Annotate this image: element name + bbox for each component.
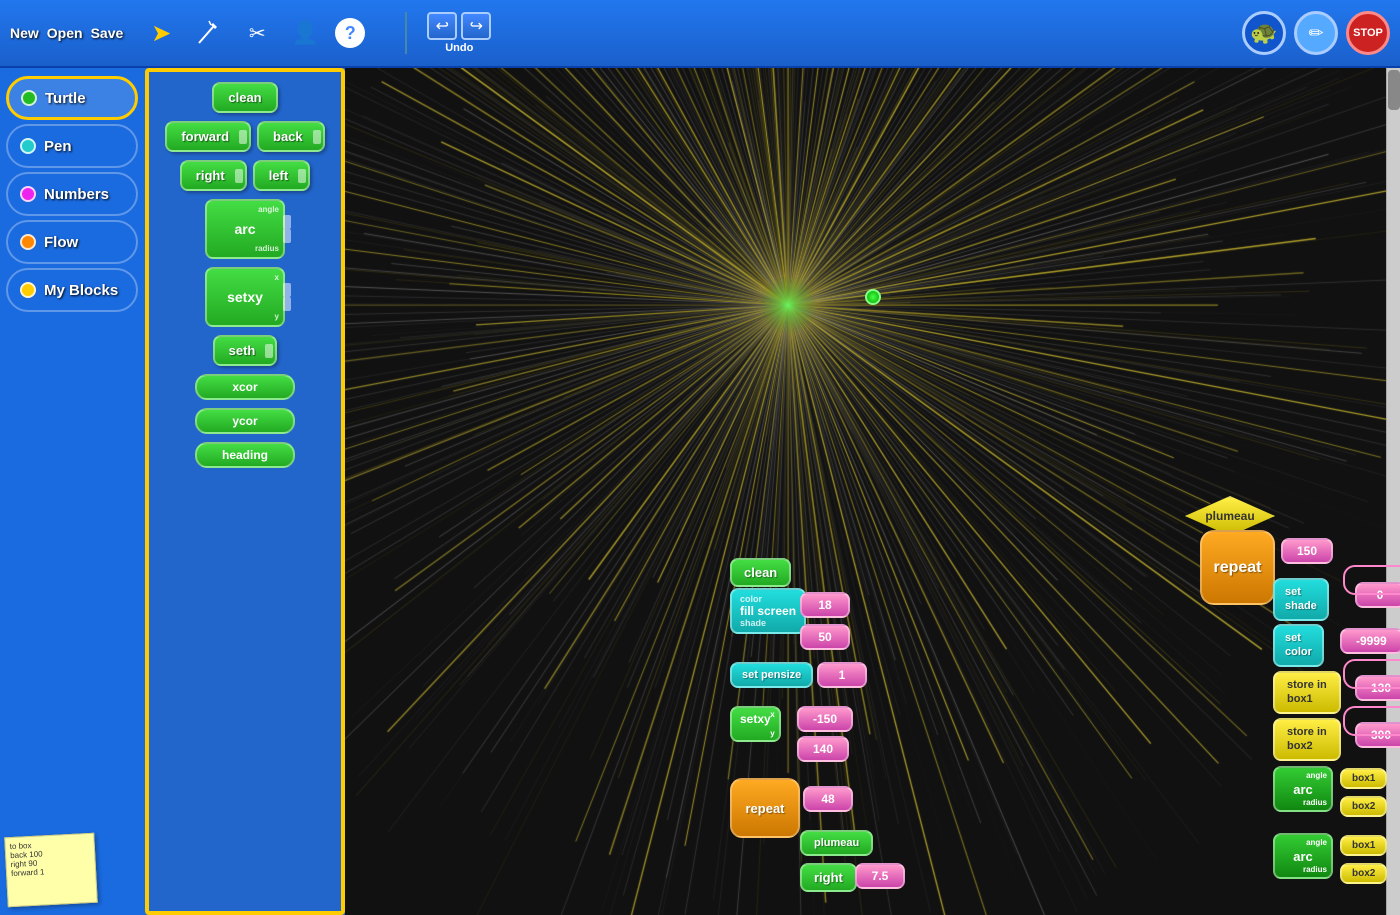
eraser-icon[interactable]: ✏	[1294, 11, 1338, 55]
repeat-val[interactable]: 48	[803, 786, 853, 812]
canvas-repeat-block[interactable]: repeat	[730, 778, 800, 838]
note-paper: to boxback 100right 90forward 1	[4, 833, 98, 908]
canvas-clean-block[interactable]: clean	[730, 558, 791, 587]
sidebar-item-myblocks[interactable]: My Blocks	[6, 268, 138, 312]
canvas-arc1-block[interactable]: angle arc radius	[1273, 766, 1333, 812]
back-block[interactable]: back	[257, 121, 325, 152]
xcor-reporter[interactable]: xcor	[195, 374, 295, 400]
canvas-fillscreen-block[interactable]: color fill screen shade	[730, 588, 806, 634]
stop-button[interactable]: STOP	[1346, 11, 1390, 55]
repeat2-val[interactable]: 150	[1281, 538, 1333, 564]
undo-section: ↩ ↪ Undo	[405, 12, 491, 54]
arrow-tool-icon[interactable]: ➤	[143, 15, 179, 51]
turtle-icon[interactable]: 🐢	[1242, 11, 1286, 55]
forward-block[interactable]: forward	[165, 121, 251, 152]
ycor-reporter[interactable]: ycor	[195, 408, 295, 434]
myblocks-dot-indicator	[20, 282, 36, 298]
sidebar-item-pen[interactable]: Pen	[6, 124, 138, 168]
random1-container	[1343, 565, 1400, 595]
canvas-arc2-block[interactable]: angle arc radius	[1273, 833, 1333, 879]
forward-back-row: forward back	[165, 121, 324, 152]
canvas-storebox1-block[interactable]: store inbox1	[1273, 671, 1341, 714]
toolbar: New Open Save ➤ ✂ 👤 ? ↩ ↪ Undo 🐢 ✏ STOP	[0, 0, 1400, 68]
setxy-x-val[interactable]: -150	[797, 706, 853, 732]
canvas-setshade-block[interactable]: setshade	[1273, 578, 1329, 621]
right1-val[interactable]: 7.5	[855, 863, 905, 889]
turtle-cursor	[865, 289, 881, 305]
scrollbar-thumb[interactable]	[1388, 70, 1400, 110]
blocks-palette: clean forward back right left	[145, 68, 345, 915]
canvas-storebox2-block[interactable]: store inbox2	[1273, 718, 1341, 761]
setpensize-val[interactable]: 1	[817, 662, 867, 688]
canvas-setpensize-block[interactable]: set pensize	[730, 662, 813, 688]
random3-container	[1343, 706, 1400, 736]
canvas-setcolor-block[interactable]: setcolor	[1273, 624, 1324, 667]
right-left-row: right left	[180, 160, 310, 191]
main-area: Turtle Pen Numbers Flow My Blocks to box…	[0, 68, 1400, 915]
canvas-scrollbar[interactable]	[1386, 68, 1400, 915]
canvas-area[interactable]: clean color fill screen shade 18 50 set …	[345, 68, 1400, 915]
undo-forward-button[interactable]: ↪	[461, 12, 491, 40]
undo-back-button[interactable]: ↩	[427, 12, 457, 40]
fillscreen-color-val[interactable]: 18	[800, 592, 850, 618]
toolbar-tools: ➤ ✂ 👤 ?	[143, 15, 365, 51]
help-icon[interactable]: ?	[335, 18, 365, 48]
arc1-box1-val[interactable]: box1	[1340, 768, 1387, 789]
arc-block[interactable]: angle arc radius	[205, 199, 285, 259]
menu-bar: New Open Save	[10, 25, 123, 41]
arc2-box2-val[interactable]: box2	[1340, 863, 1387, 884]
sidebar-item-numbers[interactable]: Numbers	[6, 172, 138, 216]
setcolor-val[interactable]: -9999	[1340, 628, 1400, 654]
canvas-repeat2-block[interactable]: repeat	[1200, 530, 1275, 605]
sidebar-item-flow[interactable]: Flow	[6, 220, 138, 264]
numbers-dot-indicator	[20, 186, 36, 202]
flow-dot-indicator	[20, 234, 36, 250]
toolbar-right: 🐢 ✏ STOP	[1242, 11, 1390, 55]
undo-label: Undo	[445, 42, 473, 54]
pen-dot-indicator	[20, 138, 36, 154]
open-menu-item[interactable]: Open	[47, 25, 83, 41]
drawing-surface	[345, 68, 1400, 915]
left-block[interactable]: left	[253, 160, 311, 191]
new-menu-item[interactable]: New	[10, 25, 39, 41]
seth-block[interactable]: seth	[213, 335, 278, 366]
right-block[interactable]: right	[180, 160, 247, 191]
copy-icon[interactable]: 👤	[287, 15, 323, 51]
setxy-y-val[interactable]: 140	[797, 736, 849, 762]
heading-reporter[interactable]: heading	[195, 442, 295, 468]
canvas-plumeau1-block[interactable]: plumeau	[800, 830, 873, 856]
save-menu-item[interactable]: Save	[91, 25, 124, 41]
random2-container	[1343, 659, 1400, 689]
arc1-box2-val[interactable]: box2	[1340, 796, 1387, 817]
fillscreen-shade-val[interactable]: 50	[800, 624, 850, 650]
scissors-icon[interactable]: ✂	[239, 15, 275, 51]
canvas-setxy-block[interactable]: x setxy y	[730, 706, 781, 742]
arc2-box1-val[interactable]: box1	[1340, 835, 1387, 856]
setxy-block[interactable]: x setxy y	[205, 267, 285, 327]
wand-tool-icon[interactable]	[191, 15, 227, 51]
canvas-right1-block[interactable]: right	[800, 863, 857, 892]
clean-block[interactable]: clean	[212, 82, 277, 113]
turtle-dot-indicator	[21, 90, 37, 106]
sidebar: Turtle Pen Numbers Flow My Blocks to box…	[0, 68, 145, 915]
sidebar-item-turtle[interactable]: Turtle	[6, 76, 138, 120]
